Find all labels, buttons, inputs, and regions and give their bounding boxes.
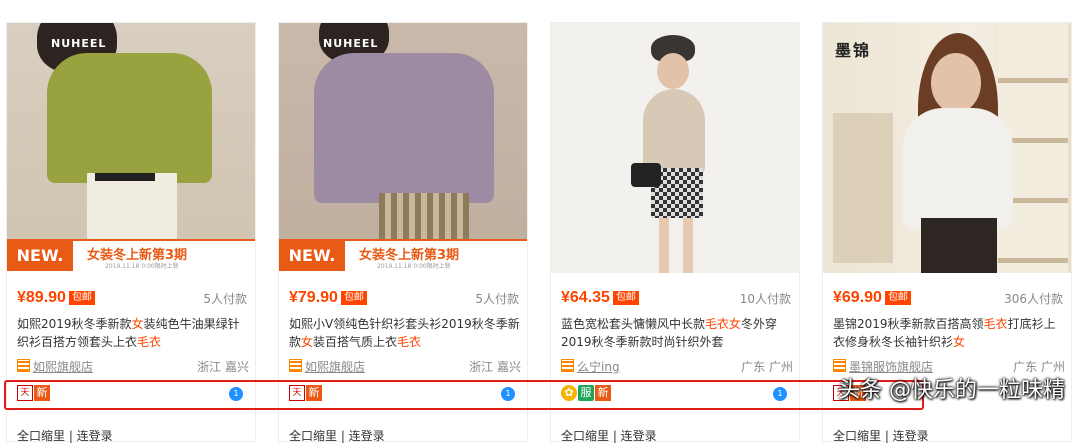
price: ¥69.90 [833, 289, 882, 306]
product-card[interactable]: ¥64.35 包邮 10人付款 蓝色宽松套头慵懒风中长款毛衣女冬外穿2019秋冬季… [550, 22, 800, 443]
shop-link[interactable]: 如熙旗舰店 [33, 360, 93, 374]
product-card[interactable]: NUHEEL NEW. 女装冬上新第3期 2019.11.18 0:00限时上新… [6, 22, 256, 443]
shipping-info: 全口缩里 | 连登录 [561, 429, 657, 443]
price: ¥89.90 [17, 289, 66, 306]
brand-logo: NUHEEL [323, 37, 379, 50]
title-highlight: 毛衣 [397, 335, 422, 349]
shop-link[interactable]: 如熙旗舰店 [305, 360, 365, 374]
new-label: NEW. [279, 241, 345, 271]
banner-date: 2019.11.18 0:00限时上新 [377, 263, 451, 270]
product-image[interactable]: 墨锦 [823, 23, 1071, 273]
shop-row: 如熙旗舰店 浙江 嘉兴 [289, 358, 521, 376]
location: 浙江 嘉兴 [469, 360, 521, 374]
price: ¥79.90 [289, 289, 338, 306]
highlight-box [4, 380, 924, 410]
sales-count: 306人付款 [1004, 292, 1063, 306]
free-shipping-tag: 包邮 [884, 291, 911, 305]
title-text: 蓝色宽松套头慵懒风中长款 [561, 317, 706, 331]
shop-row: 如熙旗舰店 浙江 嘉兴 [17, 358, 249, 376]
price-row: ¥89.90 包邮 5人付款 [17, 287, 247, 307]
product-title[interactable]: 蓝色宽松套头慵懒风中长款毛衣女冬外穿2019秋冬季新款时尚针织外套 [561, 315, 793, 351]
shop-icon [833, 359, 846, 372]
product-grid: NUHEEL NEW. 女装冬上新第3期 2019.11.18 0:00限时上新… [0, 0, 1077, 443]
shipping-info: 全口缩里 | 连登录 [289, 429, 385, 443]
shop-icon [289, 359, 302, 372]
title-text: 装百搭气质上衣 [313, 335, 398, 349]
price: ¥64.35 [561, 289, 610, 306]
watermark: 头条 @快乐的一粒味精 [838, 378, 1065, 403]
title-highlight: 毛衣女 [705, 317, 742, 331]
sales-count: 5人付款 [475, 292, 519, 306]
title-highlight: 女 [953, 335, 966, 349]
shipping-info: 全口缩里 | 连登录 [833, 429, 929, 443]
banner-date: 2019.11.18 0:00限时上新 [105, 263, 179, 270]
product-title[interactable]: 如熙小V领纯色针织衫套头衫2019秋冬季新款女装百搭气质上衣毛衣 [289, 315, 521, 351]
brand-logo: NUHEEL [51, 37, 107, 50]
promo-banner: NEW. 女装冬上新第3期 2019.11.18 0:00限时上新 [279, 239, 527, 273]
free-shipping-tag: 包邮 [340, 291, 367, 305]
brand-logo: 墨锦 [835, 41, 872, 60]
shipping-info: 全口缩里 | 连登录 [17, 429, 113, 443]
location: 广东 广州 [741, 360, 793, 374]
new-label: NEW. [7, 241, 73, 271]
sales-count: 10人付款 [739, 292, 791, 306]
price-row: ¥79.90 包邮 5人付款 [289, 287, 519, 307]
title-text: 如熙2019秋冬季新款 [17, 317, 132, 331]
free-shipping-tag: 包邮 [612, 291, 639, 305]
location: 浙江 嘉兴 [197, 360, 249, 374]
price-row: ¥69.90 包邮 306人付款 [833, 287, 1063, 307]
free-shipping-tag: 包邮 [68, 291, 95, 305]
shop-icon [17, 359, 30, 372]
product-image[interactable] [551, 23, 799, 273]
product-title[interactable]: 如熙2019秋冬季新款女装纯色牛油果绿针织衫百搭方领套头上衣毛衣 [17, 315, 249, 351]
product-image[interactable]: NUHEEL NEW. 女装冬上新第3期 2019.11.18 0:00限时上新 [7, 23, 255, 273]
product-image[interactable]: NUHEEL NEW. 女装冬上新第3期 2019.11.18 0:00限时上新 [279, 23, 527, 273]
title-highlight: 女 [301, 335, 314, 349]
title-text: 墨锦2019秋季新款百搭高领 [833, 317, 984, 331]
shop-icon [561, 359, 574, 372]
title-highlight: 毛衣 [983, 317, 1008, 331]
title-highlight: 女 [131, 317, 144, 331]
product-card[interactable]: NUHEEL NEW. 女装冬上新第3期 2019.11.18 0:00限时上新… [278, 22, 528, 443]
shop-link[interactable]: 么宁ing [577, 360, 620, 374]
sales-count: 5人付款 [203, 292, 247, 306]
promo-banner: NEW. 女装冬上新第3期 2019.11.18 0:00限时上新 [7, 239, 255, 273]
title-highlight: 毛衣 [137, 335, 162, 349]
product-title[interactable]: 墨锦2019秋季新款百搭高领毛衣打底衫上衣修身秋冬长袖针织衫女 [833, 315, 1065, 351]
price-row: ¥64.35 包邮 10人付款 [561, 287, 791, 307]
shop-row: 么宁ing 广东 广州 [561, 358, 793, 376]
